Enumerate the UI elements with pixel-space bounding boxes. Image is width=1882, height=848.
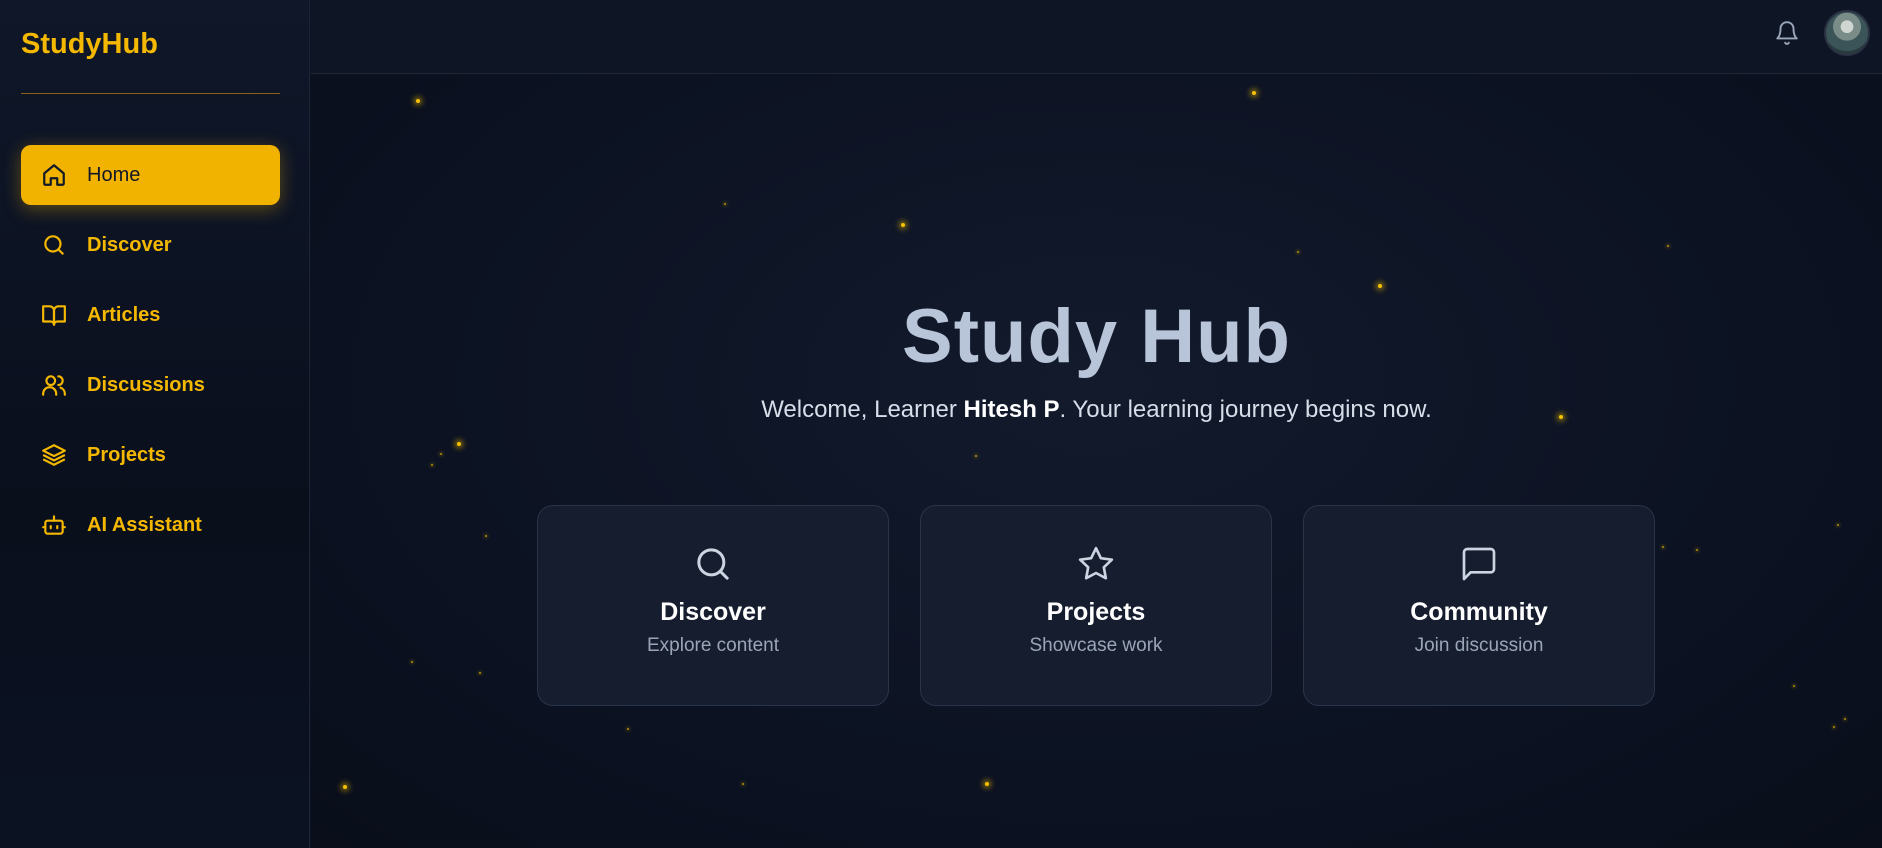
layers-icon bbox=[41, 442, 67, 468]
card-title: Projects bbox=[1046, 598, 1146, 626]
search-icon bbox=[693, 544, 733, 584]
user-name: Hitesh P bbox=[963, 396, 1060, 423]
sidebar: StudyHub Home Discover Articles Discussi… bbox=[0, 0, 310, 848]
card-description: Join discussion bbox=[1414, 635, 1544, 656]
sidebar-item-label: Discussions bbox=[87, 373, 205, 396]
card-description: Showcase work bbox=[1029, 635, 1163, 656]
search-icon bbox=[41, 232, 67, 258]
users-icon bbox=[41, 372, 67, 398]
bot-icon bbox=[41, 512, 67, 538]
sidebar-item-ai-assistant[interactable]: AI Assistant bbox=[21, 495, 280, 555]
sidebar-item-label: Projects bbox=[87, 443, 166, 466]
sidebar-item-home[interactable]: Home bbox=[21, 145, 280, 205]
sidebar-item-label: Discover bbox=[87, 233, 172, 256]
card-community[interactable]: Community Join discussion bbox=[1303, 505, 1655, 706]
home-icon bbox=[41, 162, 67, 188]
card-title: Community bbox=[1410, 598, 1548, 626]
sidebar-item-discover[interactable]: Discover bbox=[21, 215, 280, 275]
sidebar-item-articles[interactable]: Articles bbox=[21, 285, 280, 345]
card-discover[interactable]: Discover Explore content bbox=[537, 505, 889, 706]
sidebar-item-label: Articles bbox=[87, 303, 161, 326]
card-title: Discover bbox=[660, 598, 766, 626]
welcome-message: Welcome, Learner Hitesh P. Your learning… bbox=[311, 396, 1882, 424]
book-open-icon bbox=[41, 302, 67, 328]
page-title: Study Hub bbox=[902, 294, 1291, 379]
card-description: Explore content bbox=[646, 635, 780, 656]
sidebar-item-discussions[interactable]: Discussions bbox=[21, 355, 280, 415]
sidebar-nav: Home Discover Articles Discussions Proje… bbox=[21, 145, 280, 565]
sidebar-item-projects[interactable]: Projects bbox=[21, 425, 280, 485]
app-logo[interactable]: StudyHub bbox=[21, 28, 158, 61]
hero: Study Hub Welcome, Learner Hitesh P. You… bbox=[311, 0, 1882, 848]
card-projects[interactable]: Projects Showcase work bbox=[920, 505, 1272, 706]
sidebar-item-label: AI Assistant bbox=[87, 513, 202, 536]
star-icon bbox=[1076, 544, 1116, 584]
sidebar-item-label: Home bbox=[87, 163, 141, 186]
welcome-suffix: . Your learning journey begins now. bbox=[1059, 396, 1432, 423]
sidebar-divider bbox=[21, 93, 280, 94]
quick-links: Discover Explore content Projects Showca… bbox=[537, 505, 1655, 706]
message-square-icon bbox=[1459, 544, 1499, 584]
welcome-prefix: Welcome, Learner bbox=[761, 396, 964, 423]
